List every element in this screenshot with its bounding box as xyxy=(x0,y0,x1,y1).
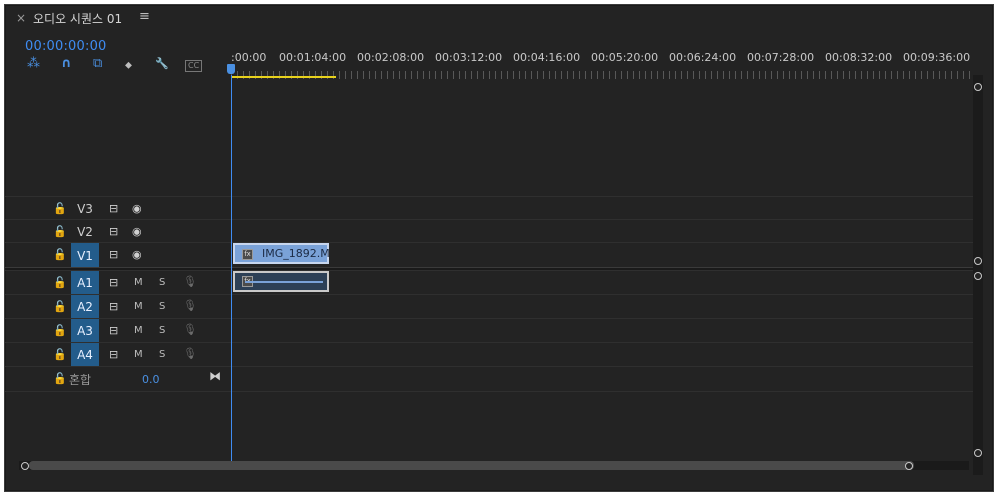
solo-track-button[interactable]: S xyxy=(159,301,165,312)
ruler-label: 00:03:12:00 xyxy=(435,51,503,64)
track-row-a3: 🔓 A3 ⊟ M S 🎙 xyxy=(5,318,973,343)
ruler-label: 00:05:20:00 xyxy=(591,51,659,64)
voice-over-record-icon[interactable]: 🎙 xyxy=(183,323,197,336)
track-row-v3: 🔓 V3 ⊟ ◉ xyxy=(5,196,973,220)
track-target-v1[interactable]: V1 xyxy=(71,243,99,268)
mute-track-button[interactable]: M xyxy=(134,325,143,336)
time-ruler[interactable]: :00:00 00:01:04:00 00:02:08:00 00:03:12:… xyxy=(231,35,975,79)
track-header-a2: 🔓 A2 ⊟ M S 🎙 xyxy=(5,295,231,319)
track-row-a2: 🔓 A2 ⊟ M S 🎙 xyxy=(5,294,973,319)
audio-clip[interactable]: fx xyxy=(233,271,329,292)
track-target-a2[interactable]: A2 xyxy=(71,295,99,319)
track-target-a3[interactable]: A3 xyxy=(71,319,99,343)
track-row-v1: 🔓 V1 ⊟ ◉ xyxy=(5,242,973,268)
track-header-a3: 🔓 A3 ⊟ M S 🎙 xyxy=(5,319,231,343)
track-row-a4: 🔓 A4 ⊟ M S 🎙 xyxy=(5,342,973,367)
track-target-a1[interactable]: A1 xyxy=(71,271,99,295)
voice-over-record-icon[interactable]: 🎙 xyxy=(183,347,197,360)
track-header-a1: 🔓 A1 ⊟ M S 🎙 xyxy=(5,271,231,295)
ruler-label: 00:08:32:00 xyxy=(825,51,893,64)
horizontal-zoom-scrollbar[interactable] xyxy=(19,461,969,470)
clip-fx-icon: fx xyxy=(242,249,253,260)
track-row-v2: 🔓 V2 ⊟ ◉ xyxy=(5,219,973,243)
sync-lock-icon[interactable]: ⊟ xyxy=(109,300,118,313)
work-area-bar[interactable] xyxy=(232,76,336,78)
sync-lock-icon[interactable]: ⊟ xyxy=(109,202,118,215)
track-lock-icon[interactable]: 🔓 xyxy=(53,324,67,337)
zoom-scrollbar-thumb[interactable] xyxy=(29,461,914,470)
ruler-label: 00:01:04:00 xyxy=(279,51,347,64)
linked-selection-icon[interactable]: ⧉ xyxy=(93,57,102,71)
mix-pan-icon[interactable]: ⧓ xyxy=(209,369,221,383)
sync-lock-icon[interactable]: ⊟ xyxy=(109,248,118,261)
track-header-v2: 🔓 V2 ⊟ ◉ xyxy=(5,220,231,243)
insert-overwrite-icon[interactable]: ⁂ xyxy=(27,57,40,71)
zoom-right-knob[interactable] xyxy=(905,462,913,470)
track-lock-icon[interactable]: 🔓 xyxy=(53,300,67,313)
solo-track-button[interactable]: S xyxy=(159,277,165,288)
voice-over-record-icon[interactable]: 🎙 xyxy=(183,275,197,288)
track-target-v2[interactable]: V2 xyxy=(71,220,99,243)
solo-track-button[interactable]: S xyxy=(159,325,165,336)
track-lock-icon[interactable]: 🔓 xyxy=(53,372,67,385)
track-row-mix: 🔓 혼합 0.0 ⧓ xyxy=(5,366,973,392)
ruler-label: 00:06:24:00 xyxy=(669,51,737,64)
ruler-label: 00:07:28:00 xyxy=(747,51,815,64)
toggle-output-eye-icon[interactable]: ◉ xyxy=(132,248,142,261)
mute-track-button[interactable]: M xyxy=(134,349,143,360)
sync-lock-icon[interactable]: ⊟ xyxy=(109,225,118,238)
panel-menu-icon[interactable]: ≡ xyxy=(139,9,150,24)
mute-track-button[interactable]: M xyxy=(134,301,143,312)
timeline-panel: × 오디오 시퀀스 01 ≡ 00:00:00:00 ⁂ ∩ ⧉ ⬥ 🔧 CC … xyxy=(4,4,994,492)
audio-waveform xyxy=(245,281,323,283)
ruler-label: 00:02:08:00 xyxy=(357,51,425,64)
track-row-a1: 🔓 A1 ⊟ M S 🎙 xyxy=(5,270,973,295)
track-header-v3: 🔓 V3 ⊟ ◉ xyxy=(5,197,231,220)
close-tab-icon[interactable]: × xyxy=(16,11,26,25)
ruler-label: 00:04:16:00 xyxy=(513,51,581,64)
audio-scroll-bottom-knob[interactable] xyxy=(974,449,982,457)
panel-tab-bar: × 오디오 시퀀스 01 ≡ xyxy=(5,5,993,33)
track-lock-icon[interactable]: 🔓 xyxy=(53,348,67,361)
sync-lock-icon[interactable]: ⊟ xyxy=(109,348,118,361)
captions-icon[interactable]: CC xyxy=(185,60,203,72)
zoom-left-knob[interactable] xyxy=(21,462,29,470)
solo-track-button[interactable]: S xyxy=(159,349,165,360)
track-header-a4: 🔓 A4 ⊟ M S 🎙 xyxy=(5,343,231,367)
snap-magnet-icon[interactable]: ∩ xyxy=(61,57,72,71)
track-lock-icon[interactable]: 🔓 xyxy=(53,225,67,238)
mix-volume-value[interactable]: 0.0 xyxy=(142,373,160,386)
playhead-line[interactable] xyxy=(231,75,232,462)
audio-scroll-top-knob[interactable] xyxy=(974,272,982,280)
track-header-v1: 🔓 V1 ⊟ ◉ xyxy=(5,243,231,268)
sync-lock-icon[interactable]: ⊟ xyxy=(109,276,118,289)
sync-lock-icon[interactable]: ⊟ xyxy=(109,324,118,337)
mute-track-button[interactable]: M xyxy=(134,277,143,288)
mix-track-header: 🔓 혼합 0.0 ⧓ xyxy=(5,367,231,391)
ruler-label: :00:00 xyxy=(231,51,267,64)
video-clip-label: IMG_1892.M xyxy=(262,247,330,260)
video-scroll-top-knob[interactable] xyxy=(974,83,982,91)
add-marker-icon[interactable]: ⬥ xyxy=(125,59,132,73)
toggle-output-eye-icon[interactable]: ◉ xyxy=(132,225,142,238)
sequence-tab-title[interactable]: 오디오 시퀀스 01 xyxy=(33,10,122,27)
voice-over-record-icon[interactable]: 🎙 xyxy=(183,299,197,312)
video-clip[interactable]: fx IMG_1892.M xyxy=(233,243,330,264)
track-lock-icon[interactable]: 🔓 xyxy=(53,276,67,289)
ruler-label: 00:09:36:00 xyxy=(903,51,971,64)
track-target-a4[interactable]: A4 xyxy=(71,343,99,367)
mix-track-label: 혼합 xyxy=(69,373,92,387)
playhead-handle[interactable] xyxy=(227,64,235,74)
ruler-ticks xyxy=(231,71,975,79)
track-lock-icon[interactable]: 🔓 xyxy=(53,248,67,261)
track-lock-icon[interactable]: 🔓 xyxy=(53,202,67,215)
track-target-v3[interactable]: V3 xyxy=(71,197,99,220)
video-scroll-bottom-knob[interactable] xyxy=(974,257,982,265)
toggle-output-eye-icon[interactable]: ◉ xyxy=(132,202,142,215)
settings-wrench-icon[interactable]: 🔧 xyxy=(155,57,169,71)
playhead-timecode[interactable]: 00:00:00:00 xyxy=(25,39,107,54)
